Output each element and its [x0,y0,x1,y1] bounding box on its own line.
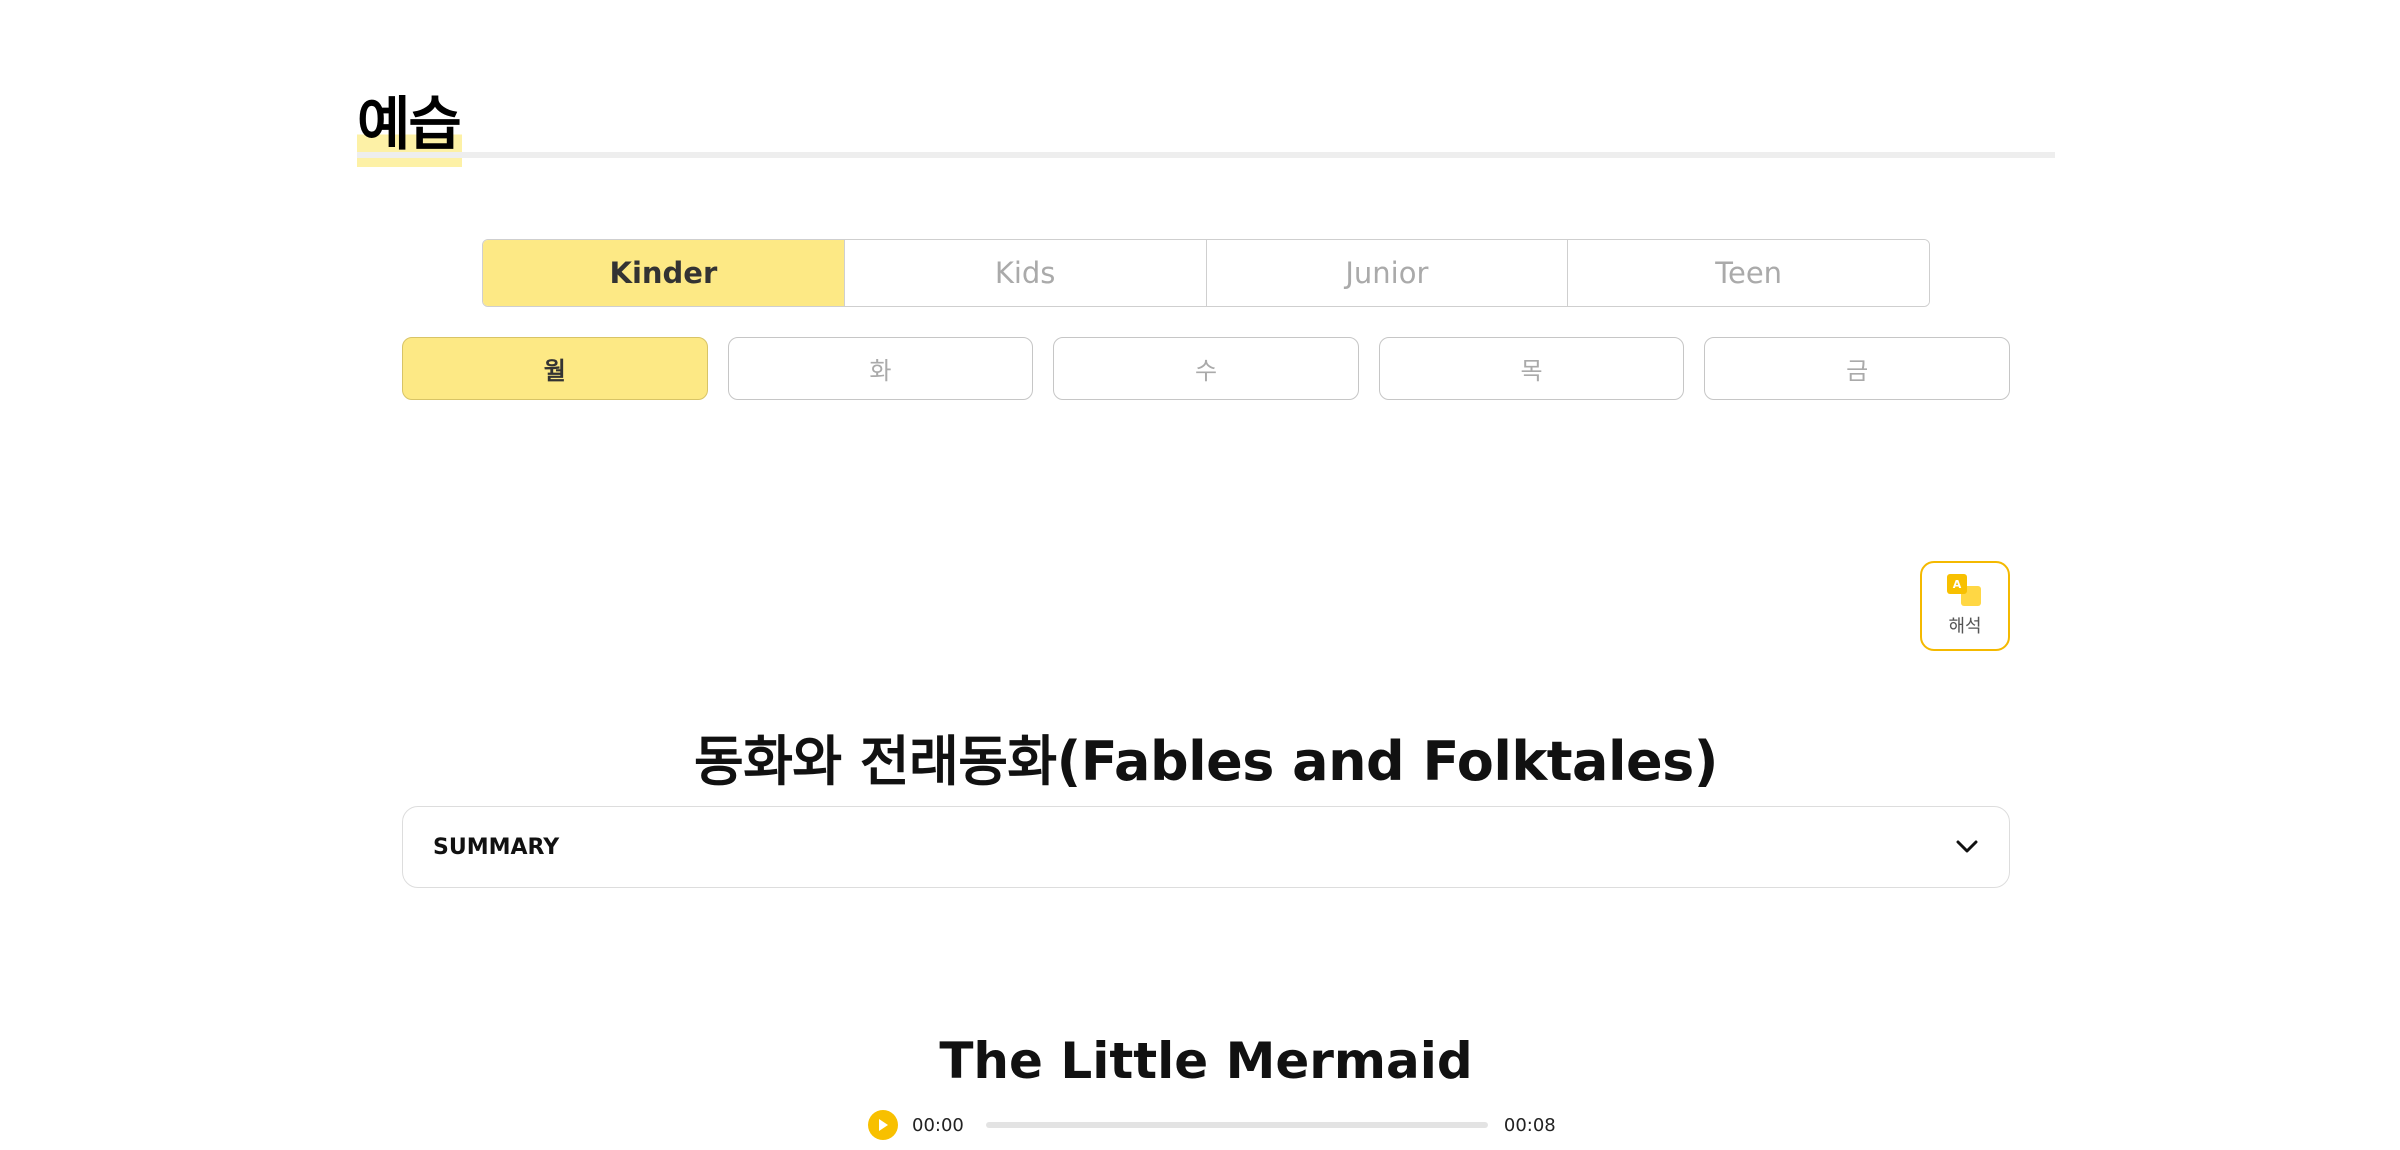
level-tabs: Kinder Kids Junior Teen [482,239,1930,307]
tab-kids[interactable]: Kids [843,240,1206,306]
title-divider [357,152,2055,158]
page: 예습 Kinder Kids Junior Teen 월 화 수 목 금 A 해… [0,0,2400,1150]
tab-friday[interactable]: 금 [1704,337,2010,400]
tab-teen[interactable]: Teen [1567,240,1929,306]
current-time: 00:00 [912,1114,964,1136]
duration-time: 00:08 [1503,1114,1556,1136]
chevron-down-icon [1955,835,1979,859]
summary-accordion[interactable]: SUMMARY [402,806,2010,888]
play-icon [879,1119,888,1131]
audio-player: 00:00 00:08 [868,1108,1556,1142]
play-button[interactable] [868,1110,898,1140]
translate-button[interactable]: A 해석 [1920,561,2010,651]
story-title: The Little Mermaid [939,1031,1473,1090]
tab-thursday[interactable]: 목 [1378,337,1685,400]
summary-label: SUMMARY [433,834,560,860]
translate-icon: A [1947,574,1983,606]
translate-label: 해석 [1948,616,1982,637]
tab-junior[interactable]: Junior [1205,240,1568,306]
lesson-title: 동화와 전래동화(Fables and Folktales) [694,729,1718,793]
day-tabs: 월 화 수 목 금 [402,337,2010,400]
tab-tuesday[interactable]: 화 [727,337,1034,400]
tab-kinder[interactable]: Kinder [483,240,844,306]
tab-wednesday[interactable]: 수 [1053,337,1359,400]
tab-monday[interactable]: 월 [402,337,708,400]
audio-progress-bar[interactable] [985,1122,1488,1128]
